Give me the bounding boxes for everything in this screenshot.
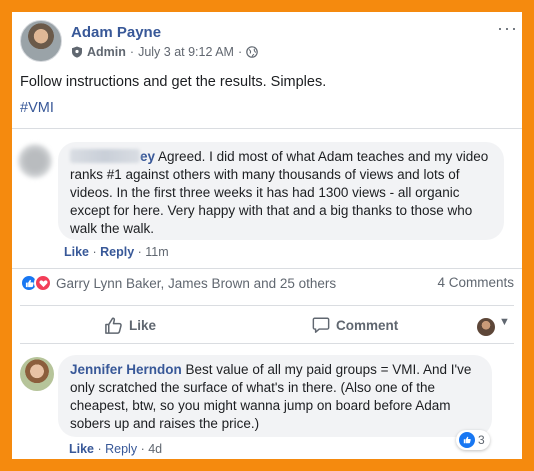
- actions-top-divider: [20, 305, 514, 306]
- comment-bubble: ey Agreed. I did most of what Adam teach…: [58, 142, 504, 240]
- comment-time[interactable]: 4d: [148, 442, 162, 456]
- comment-like-link[interactable]: Like: [69, 442, 94, 456]
- commenter-avatar[interactable]: [18, 144, 52, 178]
- comments-count[interactable]: 4 Comments: [437, 275, 514, 290]
- shield-icon: [72, 46, 82, 58]
- post-hashtag[interactable]: #VMI: [20, 100, 54, 116]
- actions-bottom-divider: [20, 343, 514, 344]
- comment-bubble-jennifer: Jennifer Herndon Best value of all my pa…: [58, 355, 492, 437]
- comment-button-label: Comment: [336, 317, 399, 333]
- love-reaction-icon: [34, 274, 52, 292]
- reactions-summary[interactable]: Garry Lynn Baker, James Brown and 25 oth…: [20, 274, 336, 292]
- like-reaction-icon: [459, 432, 475, 448]
- post-action-bar: Like Comment ▼: [12, 312, 522, 342]
- commenter-avatar-jennifer[interactable]: [20, 357, 54, 391]
- comment-icon: [312, 317, 330, 333]
- commenter-name-fragment[interactable]: ey: [140, 149, 155, 164]
- post-text: Follow instructions and get the results.…: [20, 74, 327, 90]
- globe-icon: [246, 46, 258, 58]
- comment-button[interactable]: Comment: [312, 316, 398, 334]
- comment-reaction-badge[interactable]: 3: [456, 430, 490, 450]
- author-avatar[interactable]: [20, 20, 62, 62]
- comment-actions-jennifer: Like · Reply · 4d: [69, 442, 163, 456]
- like-button-label: Like: [129, 318, 157, 333]
- comments-divider: [12, 268, 522, 269]
- comment-time[interactable]: 11m: [145, 245, 168, 259]
- comment-reply-link[interactable]: Reply: [105, 442, 137, 456]
- post-divider: [12, 128, 522, 129]
- thumbs-up-icon: [105, 317, 122, 334]
- like-button[interactable]: Like: [104, 316, 156, 335]
- author-name[interactable]: Adam Payne: [71, 24, 161, 41]
- reaction-names[interactable]: Garry Lynn Baker, James Brown and 25 oth…: [56, 276, 336, 291]
- post-card: Adam Payne Admin · July 3 at 9:12 AM · ·…: [12, 12, 522, 459]
- post-as-avatar[interactable]: [477, 318, 495, 336]
- chevron-down-icon[interactable]: ▼: [499, 316, 510, 328]
- redacted-name: [70, 149, 140, 163]
- post-meta: Admin · July 3 at 9:12 AM ·: [71, 45, 258, 59]
- comment-reply-link[interactable]: Reply: [100, 245, 134, 259]
- post-timestamp[interactable]: July 3 at 9:12 AM: [138, 45, 234, 59]
- more-options-icon[interactable]: ···: [497, 18, 518, 39]
- comment-like-link[interactable]: Like: [64, 245, 89, 259]
- comment-actions: Like · Reply · 11m: [64, 245, 169, 259]
- comment-reaction-count: 3: [478, 433, 485, 447]
- commenter-name[interactable]: Jennifer Herndon: [70, 362, 182, 377]
- author-role: Admin: [87, 45, 126, 59]
